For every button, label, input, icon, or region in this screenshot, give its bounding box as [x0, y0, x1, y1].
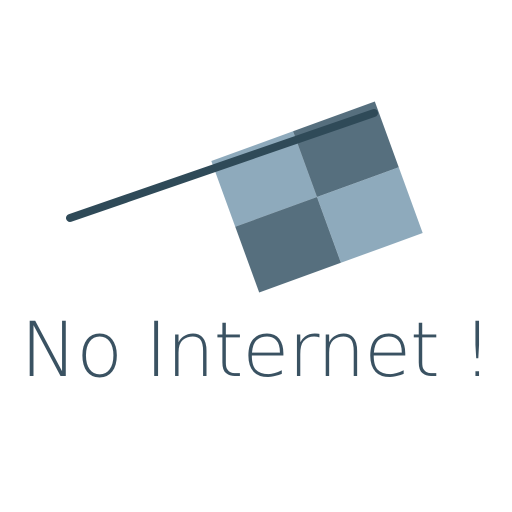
no-internet-message: No Internet !	[20, 305, 493, 394]
no-internet-screen: No Internet !	[0, 0, 512, 512]
checkered-flag-icon	[66, 101, 423, 293]
